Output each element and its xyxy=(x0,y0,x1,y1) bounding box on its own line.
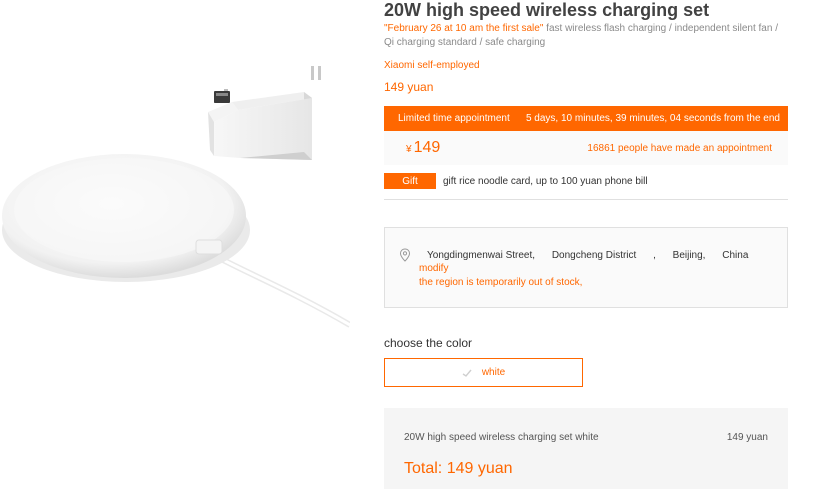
summary-item-name: 20W high speed wireless charging set whi… xyxy=(404,432,599,443)
promo-price: ¥149 xyxy=(406,139,440,157)
location-pin-icon xyxy=(399,248,411,262)
appointment-count: 16861 people have made an appointment xyxy=(587,142,772,154)
address-city: Beijing, xyxy=(672,250,706,261)
address-box: Yongdingmenwai Street, Dongcheng Distric… xyxy=(384,227,788,308)
product-description: "February 26 at 10 am the first sale" fa… xyxy=(384,22,784,50)
gift-badge: Gift xyxy=(384,173,436,189)
order-summary: 20W high speed wireless charging set whi… xyxy=(384,408,788,489)
modify-address-link[interactable]: modify xyxy=(419,263,448,274)
color-option-white[interactable]: white xyxy=(384,358,583,387)
summary-total: Total: 149 yuan xyxy=(404,460,513,477)
promo-bar: Limited time appointment 5 days, 10 minu… xyxy=(384,106,788,131)
promo-price-row: ¥149 16861 people have made an appointme… xyxy=(384,131,788,165)
promo-label: Limited time appointment xyxy=(398,113,510,124)
color-option-label: white xyxy=(481,367,506,378)
gift-text: gift rice noodle card, up to 100 yuan ph… xyxy=(443,175,648,187)
product-image xyxy=(0,40,352,350)
sale-date-highlight: "February 26 at 10 am the first sale" xyxy=(384,23,544,34)
summary-item-price: 149 yuan xyxy=(726,432,768,443)
address-street: Yongdingmenwai Street, xyxy=(427,250,536,261)
product-title: 20W high speed wireless charging set xyxy=(384,0,710,20)
gift-row: Gift gift rice noodle card, up to 100 yu… xyxy=(384,173,648,189)
address-country: China xyxy=(722,250,749,261)
currency-symbol: ¥ xyxy=(406,144,412,155)
product-price: 149 yuan xyxy=(384,80,434,94)
promo-countdown: 5 days, 10 minutes, 39 minutes, 04 secon… xyxy=(525,113,780,124)
seller-label: Xiaomi self-employed xyxy=(384,60,480,71)
address-line: Yongdingmenwai Street, Dongcheng Distric… xyxy=(427,250,762,261)
address-district: Dongcheng District xyxy=(551,250,637,261)
color-section-label: choose the color xyxy=(384,336,473,350)
promo-price-value: 149 xyxy=(413,139,441,156)
divider xyxy=(384,199,788,200)
color-check-icon xyxy=(462,369,472,377)
address-separator: , xyxy=(653,250,656,261)
stock-status: the region is temporarily out of stock, xyxy=(419,277,583,288)
